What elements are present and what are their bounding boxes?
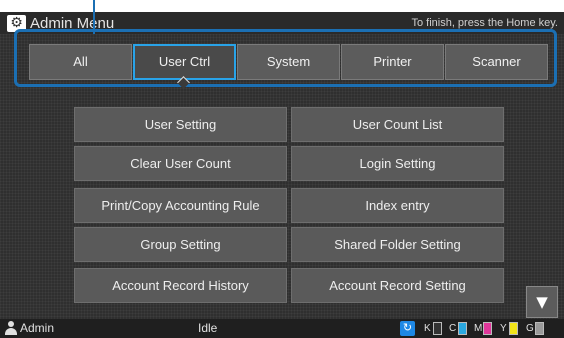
index-entry-button[interactable]: Index entry: [291, 188, 504, 223]
print-copy-accounting-rule-button[interactable]: Print/Copy Accounting Rule: [74, 188, 287, 223]
triangle-down-icon: ▼: [536, 293, 548, 311]
tab-user-ctrl[interactable]: User Ctrl: [133, 44, 236, 80]
user-icon: [5, 321, 17, 336]
user-count-list-button[interactable]: User Count List: [291, 107, 504, 142]
machine-status: Idle: [198, 321, 218, 335]
account-record-history-button[interactable]: Account Record History: [74, 268, 287, 303]
tab-scanner[interactable]: Scanner: [445, 44, 548, 80]
login-setting-button[interactable]: Login Setting: [291, 146, 504, 181]
shared-folder-setting-button[interactable]: Shared Folder Setting: [291, 227, 504, 262]
account-record-setting-button[interactable]: Account Record Setting: [291, 268, 504, 303]
status-bar: Admin Idle ↻ K C M Y G: [0, 319, 564, 338]
logged-in-user: Admin: [20, 321, 55, 335]
user-setting-button[interactable]: User Setting: [74, 107, 287, 142]
clear-user-count-button[interactable]: Clear User Count: [74, 146, 287, 181]
group-setting-button[interactable]: Group Setting: [74, 227, 287, 262]
sync-icon: ↻: [400, 321, 415, 336]
admin-menu-screen: ⚙ Admin Menu To finish, press the Home k…: [0, 0, 564, 338]
tab-printer[interactable]: Printer: [341, 44, 444, 80]
scroll-down-button[interactable]: ▼: [526, 286, 558, 318]
finish-hint: To finish, press the Home key.: [411, 17, 558, 29]
tab-system[interactable]: System: [237, 44, 340, 80]
tab-all[interactable]: All: [29, 44, 132, 80]
